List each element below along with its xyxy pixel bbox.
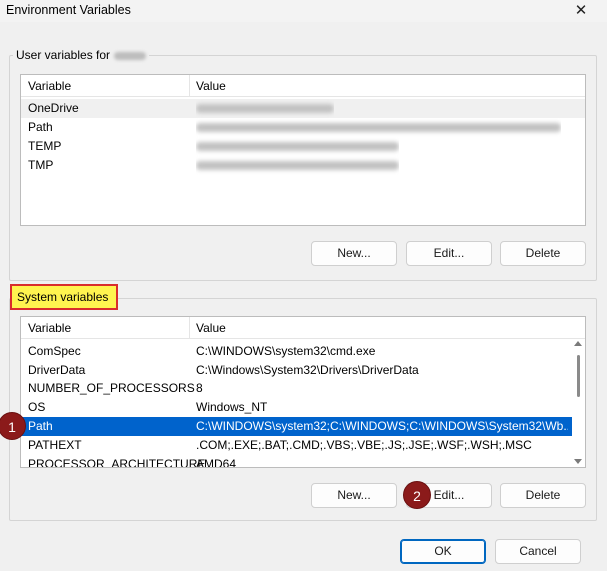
table-row[interactable]: NUMBER_OF_PROCESSORS 8 [21,379,573,398]
system-variables-list[interactable]: Variable Value ComSpec C:\WINDOWS\system… [20,316,586,468]
system-new-button[interactable]: New... [311,483,397,508]
table-row[interactable]: TMP [21,156,585,175]
user-new-button[interactable]: New... [311,241,397,266]
row-value: AMD64 [196,457,237,468]
step-badge-2: 2 [403,481,431,509]
row-value-redacted [196,137,399,156]
row-variable: TMP [28,158,54,172]
table-row[interactable]: OS Windows_NT [21,398,573,417]
row-variable: NUMBER_OF_PROCESSORS [28,381,195,395]
user-variables-label-text: User variables for [16,48,111,62]
row-variable: OneDrive [28,101,79,115]
row-variable: PROCESSOR_ARCHITECTURE [28,457,206,468]
row-variable: ComSpec [28,344,81,358]
row-variable: DriverData [28,363,86,377]
row-value-redacted [196,99,334,118]
row-variable: TEMP [28,139,62,153]
close-icon[interactable]: ✕ [573,1,589,19]
row-value: C:\WINDOWS\system32;C:\WINDOWS;C:\WINDOW… [196,419,568,433]
user-delete-button[interactable]: Delete [500,241,586,266]
table-row[interactable]: PATHEXT .COM;.EXE;.BAT;.CMD;.VBS;.VBE;.J… [21,436,573,455]
table-row[interactable]: DriverData C:\Windows\System32\Drivers\D… [21,361,573,380]
row-variable: Path [28,419,53,433]
redacted-username [114,51,147,60]
scroll-down-icon[interactable] [574,459,582,464]
table-row[interactable]: ComSpec C:\WINDOWS\system32\cmd.exe [21,342,573,361]
row-value: 8 [196,381,203,395]
column-header-variable[interactable]: Variable [21,75,71,97]
table-row[interactable]: Path [21,118,585,137]
row-value: .COM;.EXE;.BAT;.CMD;.VBS;.VBE;.JS;.JSE;.… [196,438,532,452]
row-value-redacted [196,156,399,175]
row-value: C:\Windows\System32\Drivers\DriverData [196,363,419,377]
scroll-up-icon[interactable] [574,341,582,346]
row-value-redacted [196,118,561,137]
cancel-button[interactable]: Cancel [495,539,581,564]
scroll-thumb[interactable] [577,355,580,397]
row-variable: Path [28,120,53,134]
row-value: Windows_NT [196,400,268,414]
table-row[interactable]: TEMP [21,137,585,156]
table-row-selected[interactable]: Path C:\WINDOWS\system32;C:\WINDOWS;C:\W… [21,417,573,436]
table-row[interactable]: OneDrive [21,99,585,118]
row-variable: PATHEXT [28,438,82,452]
user-list-header: Variable Value [21,75,585,97]
user-variables-label: User variables for [13,48,150,62]
user-variables-list[interactable]: Variable Value OneDrive Path TEMP TMP [20,74,586,226]
row-variable: OS [28,400,46,414]
user-edit-button[interactable]: Edit... [406,241,492,266]
system-list-header: Variable Value [21,317,585,339]
row-value: C:\WINDOWS\system32\cmd.exe [196,344,376,358]
window-title: Environment Variables [6,3,131,17]
column-header-value[interactable]: Value [189,317,226,339]
table-row[interactable]: PROCESSOR_ARCHITECTURE AMD64 [21,455,573,468]
ok-button[interactable]: OK [400,539,486,564]
vertical-scrollbar[interactable] [572,339,584,466]
column-header-value[interactable]: Value [189,75,226,97]
system-variables-label: System variables [10,284,118,310]
title-bar: Environment Variables ✕ [0,0,607,22]
system-delete-button[interactable]: Delete [500,483,586,508]
column-header-variable[interactable]: Variable [21,317,71,339]
